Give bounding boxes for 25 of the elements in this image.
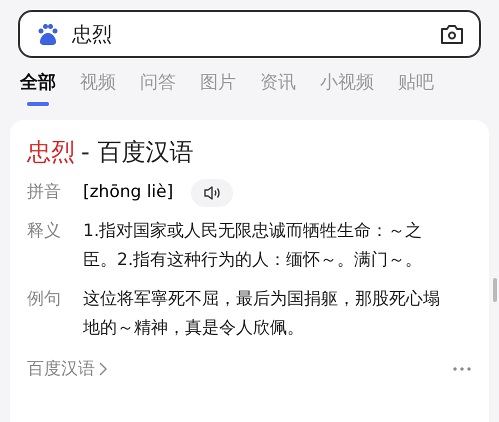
tab[interactable]: 全部 [20, 70, 56, 110]
row-label: 释义 [27, 220, 62, 243]
source-link[interactable]: 百度汉语 [27, 357, 107, 380]
tab[interactable]: 贴吧 [398, 70, 434, 110]
speaker-icon [203, 184, 222, 200]
pronounce-button[interactable] [191, 178, 234, 206]
definition-text: 这位将军寧死不屈，最后为国捐躯，那股死心塌地的～精神，真是令人欣佩。 [83, 288, 441, 340]
search-query: 忠烈 [72, 20, 113, 48]
tab[interactable]: 资讯 [260, 70, 296, 110]
scrollbar[interactable] [493, 278, 497, 302]
camera-icon[interactable] [439, 22, 465, 46]
entry-term: 忠烈 [27, 137, 75, 168]
tab[interactable]: 视频 [80, 70, 116, 110]
search-field[interactable]: 忠烈 [18, 10, 481, 58]
row-label: 例句 [27, 288, 62, 311]
tab[interactable]: 图片 [200, 70, 236, 110]
entry-source: - 百度汉语 [81, 137, 194, 168]
more-icon[interactable] [453, 366, 471, 370]
paw-logo-icon [36, 22, 60, 46]
pinyin-text: [zhōng liè] [83, 181, 174, 204]
row-label: 拼音 [27, 181, 62, 204]
tab[interactable]: 问答 [140, 70, 176, 110]
definition-text: 1.指对国家或人民无限忠诚而牺牲生命：～之臣。2.指有这种行为的人：缅怀～。满门～。 [83, 220, 424, 272]
chevron-icon [99, 362, 107, 376]
tab[interactable]: 小视频 [320, 70, 374, 110]
